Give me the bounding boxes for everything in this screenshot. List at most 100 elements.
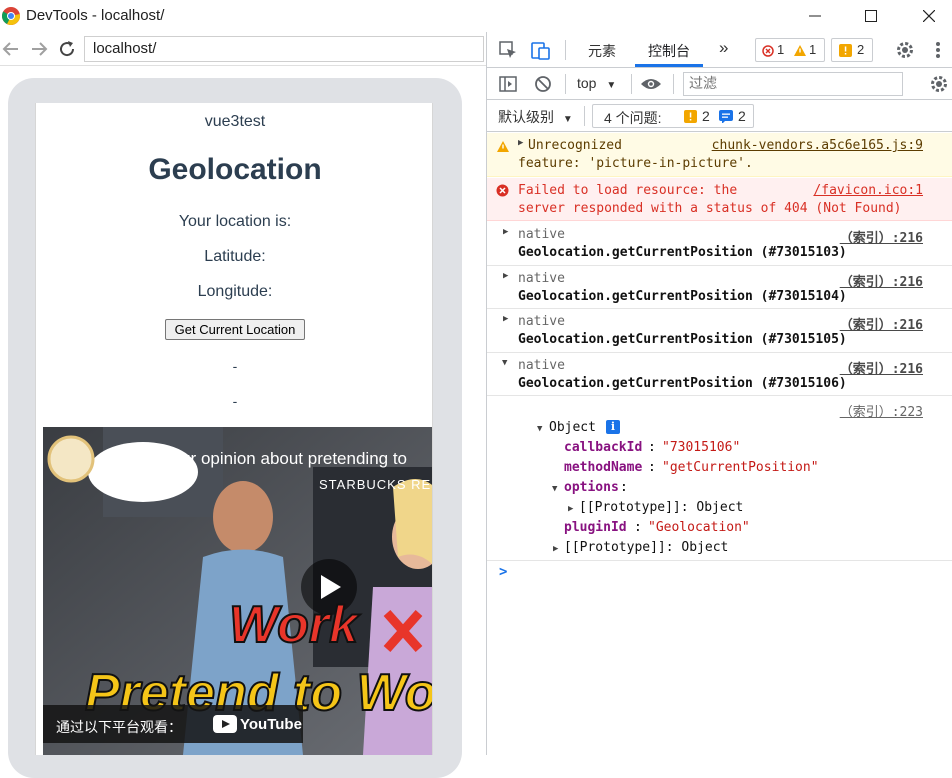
console-filter-input[interactable]	[683, 72, 903, 96]
object-key: callbackId	[564, 440, 643, 455]
tab-console[interactable]: 控制台	[648, 41, 690, 61]
expand-triangle-icon[interactable]: ▶	[518, 138, 523, 148]
get-current-location-button[interactable]: Get Current Location	[165, 319, 305, 340]
issues-badge[interactable]: 2	[831, 38, 873, 62]
issues-button[interactable]: 4 个问题: 2 2	[592, 104, 754, 128]
info-icon[interactable]: i	[606, 420, 620, 434]
context-select[interactable]: top ▼	[577, 75, 616, 91]
prototype-entry[interactable]: [[Prototype]]: Object	[579, 500, 743, 515]
console-counts-badge[interactable]: 1 1	[755, 38, 825, 62]
warning-icon	[497, 141, 509, 152]
console-warning-message: ▶ Unrecognized feature: 'picture-in-pict…	[487, 133, 952, 177]
object-key: methodName	[564, 460, 643, 475]
log-text: Geolocation.getCurrentPosition (#7301510…	[518, 245, 847, 260]
longitude-label: Longitude:	[197, 283, 273, 300]
log-source-link[interactable]: （索引）:216	[840, 227, 923, 246]
close-window-button[interactable]	[906, 0, 952, 32]
object-label[interactable]: Object	[549, 420, 596, 435]
log-levels-dropdown[interactable]: 默认级别 ▼	[498, 107, 573, 127]
issue-info-icon	[719, 110, 733, 123]
address-bar[interactable]: localhost/	[84, 36, 484, 62]
log-source-link[interactable]: （索引）:216	[840, 358, 923, 377]
chevron-down-icon: ▼	[562, 114, 573, 125]
settings-gear-icon[interactable]	[895, 40, 915, 60]
log-text: Geolocation.getCurrentPosition (#7301510…	[518, 332, 847, 347]
console-settings-gear-icon[interactable]	[929, 74, 949, 94]
red-x-icon	[383, 610, 423, 652]
console-toolbar-secondary: 默认级别 ▼ 4 个问题: 2 2	[487, 100, 952, 132]
expand-triangle-icon[interactable]: ▶	[503, 227, 508, 237]
window-title: DevTools - localhost/	[26, 7, 165, 24]
issues-info-count: 2	[738, 108, 746, 124]
devtools-panel: 元素 控制台 » 1 1 2 top ▼ 默认级别	[486, 32, 952, 755]
console-prompt[interactable]: >	[487, 562, 952, 586]
collapse-triangle-icon[interactable]: ▼	[502, 358, 507, 368]
log-source-link[interactable]: /favicon.ico:1	[813, 183, 923, 198]
console-error-message: Failed to load resource: the server resp…	[487, 178, 952, 221]
latitude-label: Latitude:	[204, 248, 266, 265]
log-levels-label: 默认级别	[498, 109, 554, 125]
log-source-link[interactable]: （索引）:216	[840, 271, 923, 290]
log-text: native	[518, 358, 565, 373]
log-text: server responded with a status of 404 (N…	[518, 201, 902, 216]
context-value: top	[577, 75, 597, 91]
inspect-element-icon[interactable]	[499, 41, 517, 59]
collapse-triangle-icon[interactable]: ▼	[552, 484, 557, 494]
console-toolbar: top ▼	[487, 68, 952, 100]
chevron-down-icon: ▼	[606, 80, 617, 91]
window-titlebar: DevTools - localhost/	[0, 0, 952, 32]
app-screen: vue3test Geolocation Your location is: L…	[35, 103, 433, 755]
youtube-logo[interactable]: YouTube	[213, 715, 302, 733]
youtube-video-embed[interactable]: What's your opinion about pretending to …	[43, 427, 432, 755]
collapse-triangle-icon[interactable]: ▼	[537, 424, 542, 434]
device-toolbar-icon[interactable]	[531, 40, 551, 60]
video-caption-work: Work	[228, 595, 359, 655]
expand-triangle-icon[interactable]: ▶	[503, 271, 508, 281]
tab-elements[interactable]: 元素	[588, 41, 616, 61]
expand-triangle-icon[interactable]: ▶	[568, 504, 573, 514]
video-title: What's your opinion about pretending to	[107, 449, 407, 468]
object-key[interactable]: options	[564, 480, 619, 495]
youtube-label: YouTube	[240, 715, 302, 733]
error-icon	[496, 184, 509, 197]
warning-icon	[794, 45, 806, 56]
prototype-entry[interactable]: [[Prototype]]: Object	[564, 540, 728, 555]
log-text: Geolocation.getCurrentPosition (#7301510…	[518, 376, 847, 391]
minimize-icon	[809, 15, 821, 17]
sidebar-toggle-icon[interactable]	[499, 76, 517, 92]
log-text: feature: 'picture-in-picture'.	[518, 156, 753, 171]
more-tabs-button[interactable]: »	[719, 38, 728, 58]
issues-label: 4 个问题:	[604, 110, 662, 126]
expand-triangle-icon[interactable]: ▶	[553, 544, 558, 554]
object-source-link[interactable]: （索引）:223	[840, 401, 923, 420]
log-text: Geolocation.getCurrentPosition (#7301510…	[518, 289, 847, 304]
console-log-message: ▶ native Geolocation.getCurrentPosition …	[487, 222, 952, 266]
issues-warning-count: 2	[702, 108, 710, 124]
active-tab-indicator	[635, 64, 703, 67]
log-text: native	[518, 314, 565, 329]
minimize-button[interactable]	[792, 0, 838, 32]
forward-arrow-icon[interactable]	[28, 38, 50, 60]
maximize-icon	[865, 10, 877, 22]
more-options-icon[interactable]	[935, 41, 941, 59]
log-source-link[interactable]: chunk-vendors.a5c6e165.js:9	[712, 138, 923, 153]
issue-warning-icon	[684, 110, 697, 123]
issue-icon	[839, 44, 852, 57]
console-log-message: ▶ native Geolocation.getCurrentPosition …	[487, 266, 952, 309]
close-icon	[923, 10, 935, 22]
warning-count: 1	[809, 42, 817, 57]
log-text: Unrecognized	[528, 138, 622, 153]
reload-icon[interactable]	[56, 38, 78, 60]
log-source-link[interactable]: （索引）:216	[840, 314, 923, 333]
live-expression-eye-icon[interactable]	[640, 77, 662, 91]
back-arrow-icon[interactable]	[0, 38, 22, 60]
error-count: 1	[777, 42, 785, 57]
issue-count: 2	[857, 42, 865, 57]
object-value: "Geolocation"	[648, 520, 750, 535]
expand-triangle-icon[interactable]: ▶	[503, 314, 508, 324]
object-value: "getCurrentPosition"	[662, 460, 819, 475]
maximize-button[interactable]	[848, 0, 894, 32]
devtools-tabbar: 元素 控制台 » 1 1 2	[487, 32, 952, 68]
log-text: native	[518, 271, 565, 286]
clear-console-icon[interactable]	[534, 75, 552, 93]
